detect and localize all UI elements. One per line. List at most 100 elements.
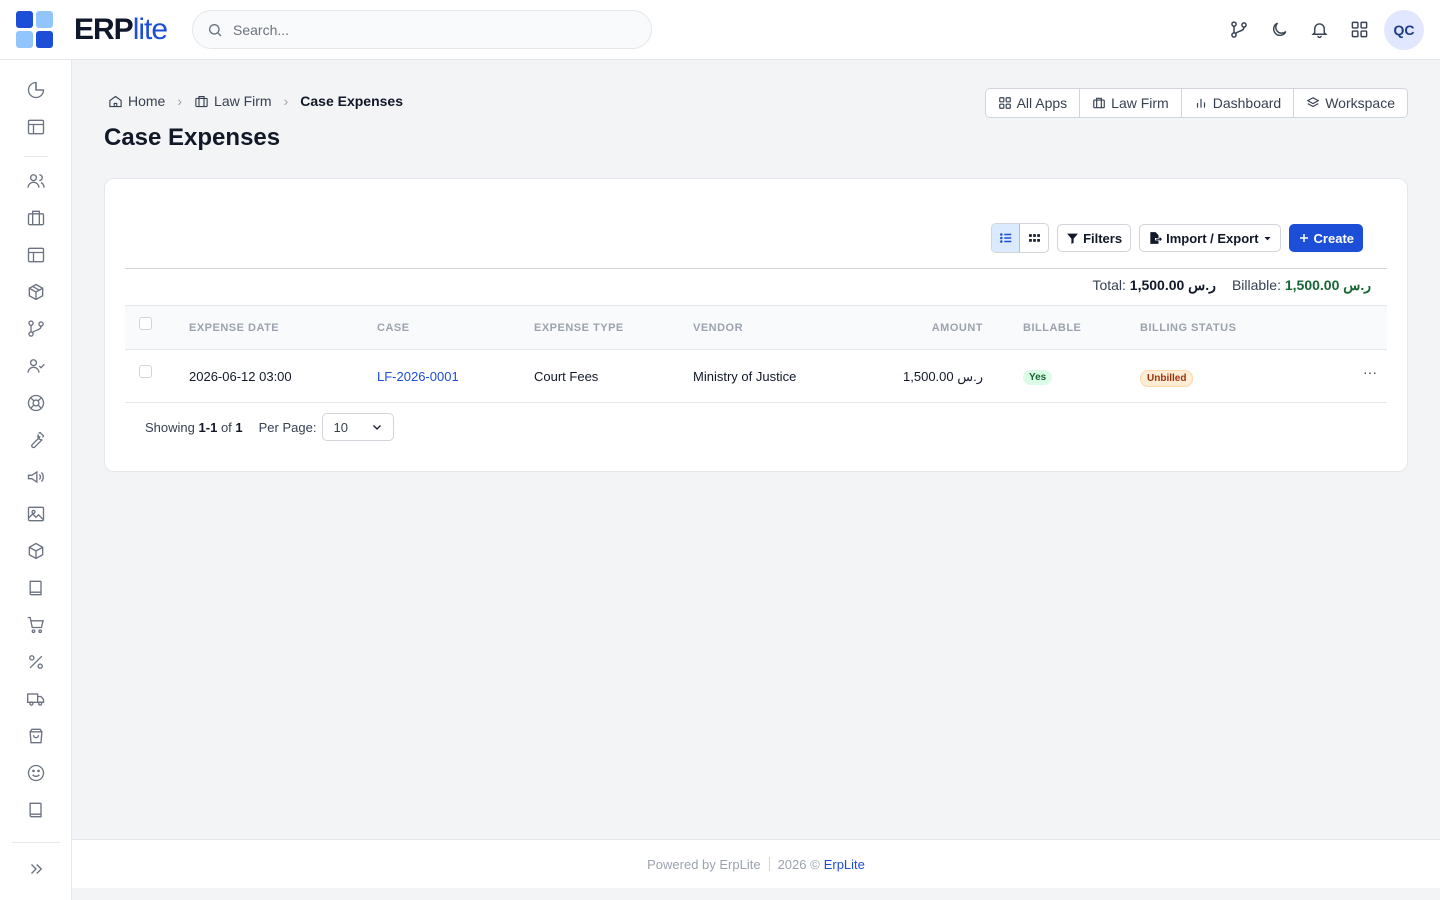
per-page-select[interactable]: 10 [322, 413, 395, 441]
import-export-button[interactable]: Import / Export [1139, 224, 1281, 252]
search-input[interactable] [233, 21, 613, 38]
image-icon[interactable] [24, 502, 48, 526]
pagination: Showing 1-1 of 1 Per Page: 10 [145, 413, 395, 441]
total-amount: Total: ر.س 1,500.00 [1092, 277, 1216, 293]
app-logo[interactable]: ERPlite [0, 11, 192, 48]
layers-icon [1306, 97, 1320, 108]
truck-icon[interactable] [24, 687, 48, 711]
billable-amount: Billable: ر.س 1,500.00 [1231, 277, 1371, 293]
column-header[interactable]: BILLABLE [1023, 322, 1081, 334]
billing-status-badge: Unbilled [1140, 370, 1194, 387]
column-header[interactable]: BILLING STATUS [1140, 322, 1236, 334]
user-avatar[interactable]: QC [1384, 9, 1424, 50]
column-header[interactable]: AMOUNT [932, 322, 983, 334]
briefcase-icon [195, 95, 208, 107]
table-row[interactable]: 2026-06-12 03:00 LF-2026-0001 Court Fees… [125, 350, 1387, 403]
moon-icon[interactable] [1259, 10, 1299, 50]
book-open-icon[interactable] [24, 798, 48, 822]
git-branch-icon[interactable] [1219, 10, 1259, 50]
megaphone-icon[interactable] [24, 465, 48, 489]
column-header[interactable]: EXPENSE TYPE [534, 322, 624, 334]
row-actions-menu[interactable]: ··· [1363, 364, 1377, 380]
per-page-label: Per Page: [258, 419, 317, 435]
logo-text: ERPlite [74, 12, 168, 46]
file-export-icon [1150, 232, 1163, 244]
users-icon[interactable] [24, 169, 48, 193]
briefcase-icon[interactable] [24, 206, 48, 230]
list-view-button[interactable] [992, 224, 1021, 252]
chevron-down-icon [373, 425, 382, 430]
apps-grid-icon[interactable] [1339, 10, 1379, 50]
grid-icon [1028, 233, 1040, 242]
sidebar [0, 60, 72, 900]
percent-icon[interactable] [24, 650, 48, 674]
totals-summary: Total: ر.س 1,500.00 Billable: ر.س 1,500.… [1092, 277, 1371, 294]
layout-icon[interactable] [24, 115, 48, 139]
expenses-table: EXPENSE DATE CASE EXPENSE TYPE VENDOR AM… [125, 305, 1387, 403]
column-header[interactable]: CASE [377, 322, 410, 334]
case-link[interactable]: LF-2026-0001 [377, 369, 459, 384]
row-checkbox[interactable] [139, 365, 152, 378]
showing-text: Showing 1-1 of 1 [145, 419, 243, 435]
breadcrumb-law-firm[interactable]: Law Firm [194, 93, 272, 109]
logo-mark-icon [16, 11, 53, 48]
footer-brand-link[interactable]: ErpLite [824, 857, 865, 872]
law-firm-button[interactable]: Law Firm [1080, 89, 1182, 117]
plus-icon [1299, 234, 1308, 242]
shopping-bag-icon[interactable] [24, 724, 48, 748]
briefcase-icon [1093, 97, 1105, 109]
support-icon[interactable] [24, 391, 48, 415]
table-icon[interactable] [24, 243, 48, 267]
breadcrumb-home[interactable]: Home [108, 93, 165, 109]
column-header[interactable]: VENDOR [693, 322, 743, 334]
footer: Powered by ErpLite 2026 © ErpLite [72, 839, 1440, 888]
breadcrumb: Home › Law Firm › Case Expenses [108, 93, 403, 109]
all-apps-button[interactable]: All Apps [986, 89, 1081, 117]
toolbar: Filters Import / Export Create [991, 223, 1363, 253]
expense-type-cell: Court Fees [534, 369, 599, 384]
book-icon[interactable] [24, 576, 48, 600]
breadcrumb-separator: › [177, 93, 183, 109]
view-toggle [991, 223, 1050, 253]
filters-button[interactable]: Filters [1057, 224, 1132, 252]
footer-divider [768, 857, 770, 871]
git-branch-icon[interactable] [24, 317, 48, 341]
search-box[interactable] [192, 10, 652, 49]
powered-by-text: Powered by ErpLite [647, 856, 761, 872]
select-all-checkbox[interactable] [139, 317, 152, 330]
bell-icon[interactable] [1299, 10, 1339, 50]
grid-view-button[interactable] [1020, 224, 1048, 252]
breadcrumb-separator: › [283, 93, 289, 109]
pie-chart-icon[interactable] [24, 78, 48, 102]
billable-badge: Yes [1023, 370, 1053, 385]
breadcrumb-current: Case Expenses [300, 93, 403, 109]
expense-date-cell: 2026-06-12 03:00 [189, 369, 292, 384]
user-check-icon[interactable] [24, 354, 48, 378]
expenses-card: Filters Import / Export Create Total: ر.… [104, 178, 1408, 472]
workspace-button[interactable]: Workspace [1294, 89, 1407, 117]
top-bar: ERPlite QC [0, 0, 1440, 60]
main-content: Home › Law Firm › Case Expenses Case Exp… [72, 60, 1440, 840]
search-icon [209, 23, 222, 36]
cart-icon[interactable] [24, 613, 48, 637]
create-button[interactable]: Create [1288, 224, 1363, 252]
table-header: EXPENSE DATE CASE EXPENSE TYPE VENDOR AM… [125, 305, 1387, 350]
caret-down-icon [1264, 236, 1271, 240]
filter-icon [1067, 233, 1078, 244]
column-header[interactable]: EXPENSE DATE [189, 322, 279, 334]
home-icon [109, 95, 122, 107]
sidebar-divider [24, 156, 48, 157]
copyright-text: 2026 © [777, 856, 820, 872]
dashboard-button[interactable]: Dashboard [1182, 89, 1295, 117]
sidebar-bottom-divider [12, 842, 60, 843]
apps-grid-icon [998, 97, 1011, 109]
smile-icon[interactable] [24, 761, 48, 785]
vendor-cell: Ministry of Justice [693, 369, 797, 384]
chevrons-right-icon[interactable] [24, 857, 48, 881]
apps-nav: All Apps Law Firm Dashboard Workspace [984, 88, 1408, 118]
page-title: Case Expenses [104, 124, 281, 151]
wrench-icon[interactable] [24, 428, 48, 452]
amount-cell: ر.س 1,500.00 [903, 369, 983, 384]
box-icon[interactable] [24, 280, 48, 304]
package-icon[interactable] [24, 539, 48, 563]
